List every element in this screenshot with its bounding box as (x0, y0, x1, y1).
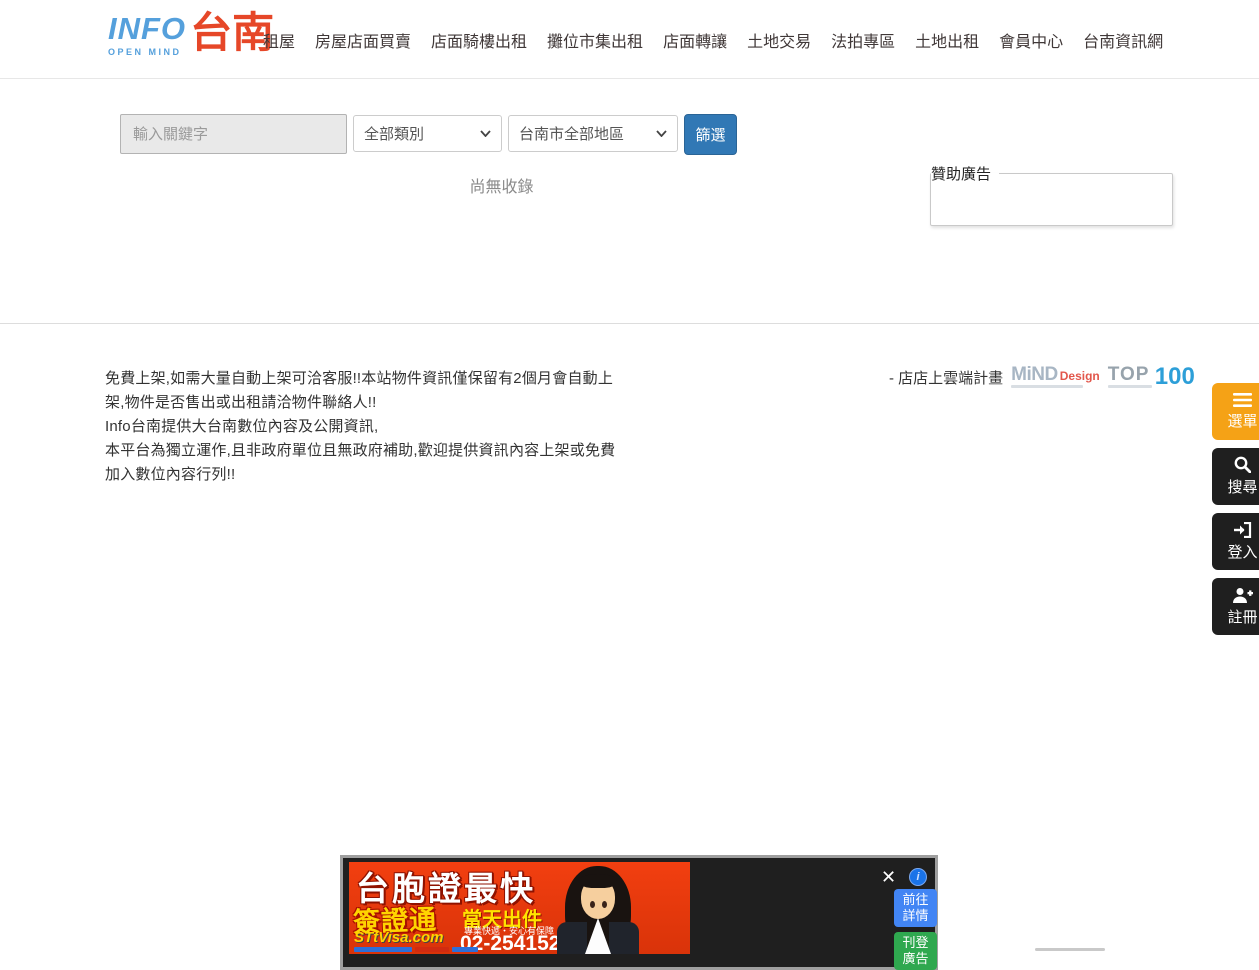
site-header: INFO OPEN MIND 台南 租屋 房屋店面買賣 店面騎樓出租 攤位市集出… (0, 0, 1259, 79)
ad-go-line1: 前往 (902, 892, 928, 907)
footer-paragraph: Info台南提供大台南數位內容及公開資訊, (105, 415, 622, 439)
logo-en-block: INFO OPEN MIND (108, 13, 186, 57)
bottom-ad-banner: 台胞證最快 簽證通 當天出件 STtVisa.com 專業快遞・安心有保障 02… (340, 855, 938, 970)
floating-search-button[interactable]: 搜尋 (1212, 448, 1259, 505)
cloud-plan-label: - 店店上雲端計畫 (889, 367, 1003, 388)
floating-sidebar: 選單 搜尋 登入 註冊 (1212, 383, 1259, 643)
category-select[interactable]: 全部類別 (353, 115, 502, 152)
nav-item-storefront-rent[interactable]: 店面騎樓出租 (431, 28, 527, 52)
ad-marquee-text (354, 947, 478, 952)
chevron-down-icon (656, 130, 667, 137)
filter-button[interactable]: 篩選 (684, 114, 737, 155)
footer-paragraph: 免費上架,如需大量自動上架可洽客服!!本站物件資訊僅保留有2個月會自動上架,物件… (105, 367, 622, 415)
sponsor-ads-box: 贊助廣告 (930, 163, 1173, 226)
nav-item-stall-market-rent[interactable]: 攤位市集出租 (547, 28, 643, 52)
nav-item-house-sale[interactable]: 房屋店面買賣 (315, 28, 411, 52)
top100-logo-tagline-bar (1108, 385, 1152, 388)
logo-chinese-text: 台南 (190, 9, 274, 57)
footer-paragraph: 本平台為獨立運作,且非政府單位且無政府補助,歡迎提供資訊內容上架或免費加入數位內… (105, 439, 622, 487)
floating-login-button[interactable]: 登入 (1212, 513, 1259, 570)
mind-logo-tagline-bar (1011, 385, 1083, 388)
nav-item-foreclosure[interactable]: 法拍專區 (831, 28, 895, 52)
mind-design-logo[interactable]: MiND Design (1011, 366, 1100, 388)
nav-item-land-rent[interactable]: 土地出租 (915, 28, 979, 52)
ad-creative[interactable]: 台胞證最快 簽證通 當天出件 STtVisa.com 專業快遞・安心有保障 02… (349, 862, 690, 954)
ad-go-details-button[interactable]: 前往 詳情 (894, 889, 937, 927)
mind-logo-suffix: Design (1060, 369, 1100, 383)
nav-item-store-transfer[interactable]: 店面轉讓 (663, 28, 727, 52)
floating-menu-button[interactable]: 選單 (1212, 383, 1259, 440)
nav-item-rent[interactable]: 租屋 (263, 28, 295, 52)
top100-logo[interactable]: TOP 100 (1108, 366, 1195, 388)
register-icon (1233, 587, 1253, 603)
ad-post-line1: 刊登 (902, 935, 928, 950)
ad-go-line2: 詳情 (902, 908, 928, 923)
login-icon (1234, 522, 1252, 538)
site-logo[interactable]: INFO OPEN MIND 台南 (108, 9, 274, 57)
footer-partners: - 店店上雲端計畫 MiND Design TOP 100 (889, 366, 1195, 388)
ad-info-icon[interactable]: i (909, 868, 927, 886)
top100-logo-text: TOP (1108, 366, 1152, 383)
floating-login-label: 登入 (1227, 541, 1257, 562)
menu-icon (1233, 393, 1252, 407)
sponsor-ads-title: 贊助廣告 (931, 163, 999, 184)
empty-results-message: 尚無收錄 (100, 173, 903, 197)
footer-notice: 免費上架,如需大量自動上架可洽客服!!本站物件資訊僅保留有2個月會自動上架,物件… (105, 367, 622, 487)
logo-info-text: INFO (108, 13, 186, 45)
top100-logo-number: 100 (1155, 366, 1195, 388)
nav-item-land-trade[interactable]: 土地交易 (747, 28, 811, 52)
search-icon (1234, 456, 1251, 473)
ad-close-icon[interactable]: ✕ (881, 868, 896, 886)
floating-search-label: 搜尋 (1227, 476, 1257, 497)
floating-menu-label: 選單 (1227, 410, 1257, 431)
keyword-input[interactable] (120, 114, 347, 154)
chevron-down-icon (480, 130, 491, 137)
floating-register-button[interactable]: 註冊 (1212, 578, 1259, 635)
area-select-value: 台南市全部地區 (519, 123, 624, 144)
ad-website: STtVisa.com (354, 929, 443, 946)
nav-item-member-center[interactable]: 會員中心 (999, 28, 1063, 52)
ad-person-illustration (545, 866, 655, 954)
section-divider (0, 323, 1259, 324)
main-nav: 租屋 房屋店面買賣 店面騎樓出租 攤位市集出租 店面轉讓 土地交易 法拍專區 土… (263, 0, 1163, 79)
floating-register-label: 註冊 (1227, 606, 1257, 627)
nav-item-tainan-info[interactable]: 台南資訊網 (1083, 28, 1163, 52)
logo-tagline: OPEN MIND (108, 47, 186, 57)
faint-bottom-bar (1035, 948, 1105, 951)
area-select[interactable]: 台南市全部地區 (508, 115, 678, 152)
category-select-value: 全部類別 (364, 123, 424, 144)
ad-publish-button[interactable]: 刊登 廣告 (894, 932, 937, 970)
filter-bar: 全部類別 台南市全部地區 篩選 (120, 114, 737, 155)
mind-logo-text: MiND (1011, 366, 1058, 383)
